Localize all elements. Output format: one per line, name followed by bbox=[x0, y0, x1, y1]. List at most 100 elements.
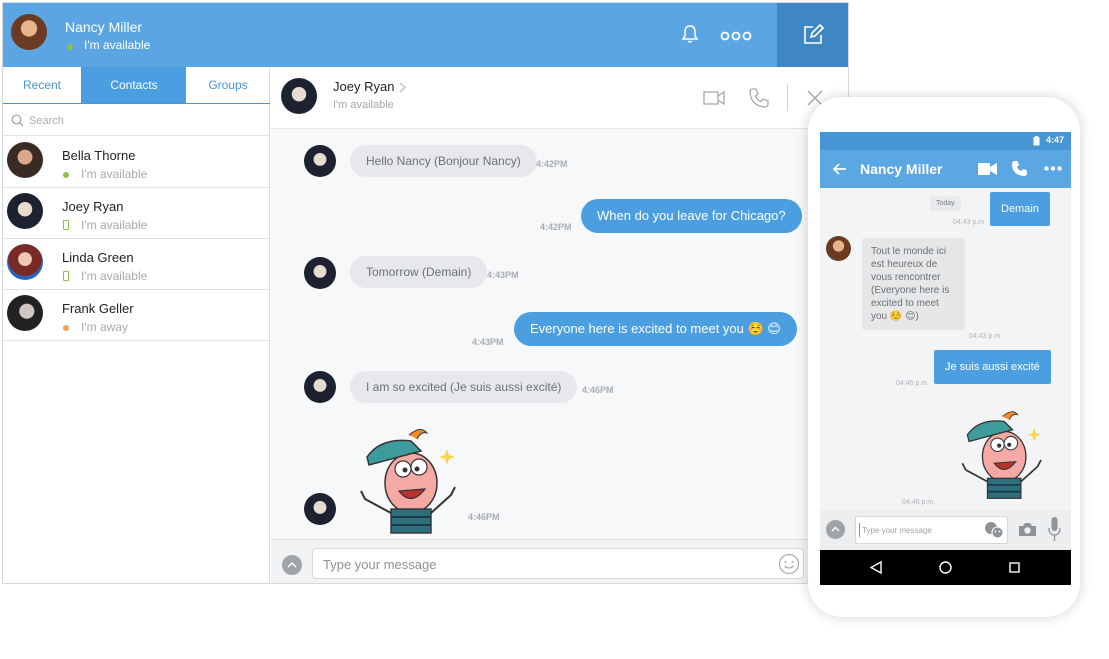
chat-contact-status: I'm available bbox=[333, 99, 394, 111]
avatar bbox=[304, 257, 336, 289]
message-time: 4:42PM bbox=[536, 159, 568, 169]
phone-call-icon[interactable] bbox=[748, 87, 770, 109]
tab-recent[interactable]: Recent bbox=[3, 67, 82, 104]
mobile-icon bbox=[63, 220, 69, 230]
message-time: 4:46PM bbox=[582, 385, 614, 395]
contact-item-bella-thorne[interactable]: Bella Thorne I'm available bbox=[3, 137, 270, 188]
compose-icon bbox=[803, 24, 824, 44]
nav-recents-icon[interactable] bbox=[1009, 562, 1020, 573]
chevron-up-icon bbox=[287, 561, 297, 568]
mobile-icon bbox=[63, 271, 69, 281]
phone-app-bar: Nancy Miller bbox=[820, 150, 1071, 188]
camera-icon[interactable] bbox=[1018, 522, 1037, 537]
phone-message-input-bar: Type your message bbox=[820, 510, 1071, 550]
phone-clock: 4:47 bbox=[1046, 135, 1065, 145]
expand-button[interactable] bbox=[282, 555, 302, 575]
message-time: 04:43 p.m. bbox=[969, 333, 1003, 340]
contact-status: I'm available bbox=[81, 269, 148, 283]
text-cursor bbox=[859, 523, 860, 537]
nav-back-icon[interactable] bbox=[870, 561, 882, 574]
phone-message-input-placeholder: Type your message bbox=[862, 526, 932, 535]
search-field[interactable]: Search bbox=[3, 106, 270, 136]
tab-groups[interactable]: Groups bbox=[186, 67, 270, 104]
message-bubble-incoming: Tout le monde ici est heureux de vous re… bbox=[862, 238, 965, 330]
message-bubble-incoming: Hello Nancy (Bonjour Nancy) bbox=[350, 145, 537, 177]
chevron-right-icon[interactable] bbox=[399, 82, 406, 93]
contact-item-joey-ryan[interactable]: Joey Ryan I'm available bbox=[3, 188, 270, 239]
search-icon bbox=[11, 114, 24, 127]
message-time: 04:46 p.m. bbox=[902, 499, 936, 506]
nav-home-icon[interactable] bbox=[939, 561, 952, 574]
message-list: Hello Nancy (Bonjour Nancy) 4:42PM 4:42P… bbox=[271, 129, 848, 539]
user-avatar[interactable] bbox=[11, 14, 47, 50]
microphone-icon[interactable] bbox=[1048, 517, 1061, 542]
day-separator: Today bbox=[930, 196, 961, 211]
contacts-panel: Recent Contacts Groups Search Bella Thor… bbox=[3, 67, 270, 583]
phone-message-input[interactable]: Type your message bbox=[855, 516, 1008, 544]
message-bubble-incoming: I am so excited (Je suis aussi excité) bbox=[350, 371, 578, 403]
message-bubble-outgoing: Demain bbox=[990, 192, 1050, 226]
chat-contact-name[interactable]: Joey Ryan bbox=[333, 79, 394, 94]
phone-call-icon[interactable] bbox=[1012, 161, 1027, 176]
sticker-image bbox=[360, 429, 456, 534]
back-arrow-icon[interactable] bbox=[833, 163, 847, 175]
emoji-icon[interactable] bbox=[778, 553, 800, 575]
message-time: 4:43PM bbox=[472, 337, 504, 347]
phone-status-bar: 4:47 bbox=[820, 132, 1071, 150]
avatar bbox=[304, 493, 336, 525]
user-status[interactable]: I'm available bbox=[84, 38, 150, 52]
contact-status: I'm available bbox=[81, 167, 148, 181]
contact-name: Linda Green bbox=[62, 250, 134, 265]
divider bbox=[787, 84, 788, 111]
user-name: Nancy Miller bbox=[65, 19, 143, 35]
battery-icon bbox=[1033, 136, 1040, 146]
message-input[interactable]: Type your message bbox=[312, 548, 804, 579]
message-time: 4:42PM bbox=[540, 222, 572, 232]
contact-status: I'm away bbox=[81, 320, 128, 334]
phone-chat-title: Nancy Miller bbox=[860, 161, 943, 177]
avatar bbox=[826, 236, 851, 261]
contact-item-linda-green[interactable]: Linda Green I'm available bbox=[3, 239, 270, 290]
message-bubble-outgoing: Je suis aussi excité bbox=[934, 350, 1051, 384]
message-time: 04:46 p.m. bbox=[896, 380, 930, 387]
message-bubble-outgoing: When do you leave for Chicago? bbox=[581, 199, 802, 233]
avatar bbox=[7, 142, 43, 178]
more-options-icon[interactable] bbox=[1044, 166, 1062, 171]
contact-item-frank-geller[interactable]: Frank Geller I'm away bbox=[3, 290, 270, 341]
avatar bbox=[7, 244, 43, 280]
message-input-bar: Type your message bbox=[271, 539, 848, 583]
contact-status: I'm available bbox=[81, 218, 148, 232]
bell-icon[interactable] bbox=[681, 24, 699, 49]
compose-button[interactable] bbox=[777, 3, 848, 67]
top-bar: Nancy Miller I'm available bbox=[3, 3, 848, 67]
android-navigation-bar bbox=[820, 550, 1071, 585]
message-bubble-outgoing: Everyone here is excited to meet you ☺️ … bbox=[514, 312, 797, 346]
avatar bbox=[7, 295, 43, 331]
chevron-up-icon bbox=[831, 526, 840, 532]
contact-name: Joey Ryan bbox=[62, 199, 124, 214]
message-time: 04:43 p.m. bbox=[953, 219, 987, 226]
contact-name: Bella Thorne bbox=[62, 148, 136, 163]
message-time: 4:46PM bbox=[468, 512, 500, 522]
avatar bbox=[304, 371, 336, 403]
chat-header: Joey Ryan I'm available bbox=[271, 67, 848, 129]
more-options-icon[interactable] bbox=[720, 28, 752, 46]
away-status-dot bbox=[63, 325, 69, 331]
video-call-icon[interactable] bbox=[703, 90, 725, 106]
mobile-phone-mockup: 4:47 Nancy Miller Today Demain 04:43 p.m… bbox=[808, 97, 1080, 617]
video-call-icon[interactable] bbox=[978, 163, 997, 175]
online-status-dot bbox=[67, 44, 73, 50]
emoji-icon[interactable] bbox=[984, 521, 1004, 539]
desktop-chat-window: Nancy Miller I'm available Recent Contac… bbox=[2, 2, 849, 584]
avatar bbox=[304, 145, 336, 177]
message-input-placeholder: Type your message bbox=[323, 557, 437, 572]
sticker-image bbox=[961, 411, 1042, 499]
phone-screen: 4:47 Nancy Miller Today Demain 04:43 p.m… bbox=[820, 132, 1071, 585]
avatar bbox=[7, 193, 43, 229]
tab-contacts[interactable]: Contacts bbox=[82, 67, 186, 104]
online-status-dot bbox=[63, 172, 69, 178]
search-placeholder: Search bbox=[29, 115, 64, 127]
message-time: 4:43PM bbox=[487, 270, 519, 280]
expand-button[interactable] bbox=[826, 520, 845, 539]
avatar[interactable] bbox=[281, 78, 317, 114]
